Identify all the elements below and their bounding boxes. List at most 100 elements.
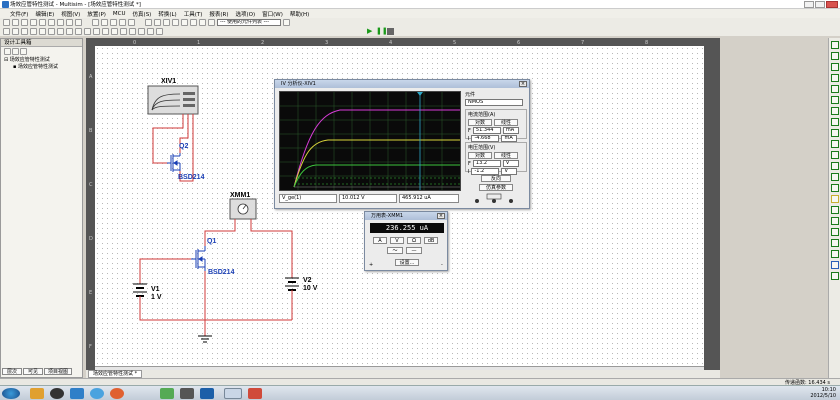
menu-options[interactable]: 选项(O) <box>235 10 255 18</box>
word-icon[interactable] <box>200 388 214 399</box>
menu-edit[interactable]: 编辑(E) <box>35 10 54 18</box>
voltage-log-button[interactable]: 对数 <box>468 152 492 159</box>
electromech-icon[interactable] <box>129 28 136 35</box>
menu-transfer[interactable]: 转换(L) <box>158 10 176 18</box>
mixed-icon[interactable] <box>75 28 82 35</box>
current-initial-unit[interactable]: mA <box>501 135 518 142</box>
ttl-icon[interactable] <box>48 28 55 35</box>
menu-mcu[interactable]: MCU <box>113 11 126 17</box>
misc-digital-icon[interactable] <box>66 28 73 35</box>
menu-window[interactable]: 窗口(W) <box>262 10 283 18</box>
redo-icon[interactable] <box>75 19 82 26</box>
powerpoint-icon[interactable] <box>248 388 262 399</box>
multimeter-instrument[interactable] <box>229 198 257 220</box>
media-player-icon[interactable] <box>110 388 124 399</box>
mcu-icon[interactable] <box>138 28 145 35</box>
current-linear-button[interactable]: 线性 <box>494 119 518 126</box>
menu-reports[interactable]: 报表(R) <box>209 10 228 18</box>
instrument-icon[interactable] <box>831 250 839 258</box>
mode-db-button[interactable]: dB <box>424 237 438 244</box>
v2-source[interactable] <box>285 277 299 298</box>
tree-open-icon[interactable] <box>4 48 11 55</box>
zoom-in-icon[interactable] <box>101 19 108 26</box>
tree-close-icon[interactable] <box>20 48 27 55</box>
q1-transistor[interactable] <box>191 246 206 271</box>
postprocessor-icon[interactable] <box>190 19 197 26</box>
grapher-icon[interactable] <box>181 19 188 26</box>
fullscreen-icon[interactable] <box>92 19 99 26</box>
transistor-icon[interactable] <box>30 28 37 35</box>
tab-schematic[interactable]: 场效应管特性测试 * <box>88 370 143 378</box>
power-icon[interactable] <box>93 28 100 35</box>
paste-icon[interactable] <box>57 19 64 26</box>
component-select[interactable]: NMOS <box>465 99 523 106</box>
voltage-final-input[interactable]: 13.2 <box>472 160 501 167</box>
voltage-linear-button[interactable]: 线性 <box>494 152 518 159</box>
tab-visibility[interactable]: 可见 <box>23 368 43 375</box>
source-icon[interactable] <box>3 28 10 35</box>
k-app-icon[interactable] <box>90 388 104 399</box>
zoom-fit-icon[interactable] <box>128 19 135 26</box>
iv-analyzer-instrument[interactable] <box>147 85 199 115</box>
zoom-out-icon[interactable] <box>110 19 117 26</box>
instrument-icon[interactable] <box>831 228 839 236</box>
menu-view[interactable]: 视图(V) <box>61 10 80 18</box>
rf-icon[interactable] <box>120 28 127 35</box>
multimeter-close-button[interactable]: × <box>437 213 445 219</box>
menu-tools[interactable]: 工具(T) <box>184 10 203 18</box>
instrument-icon[interactable] <box>831 173 839 181</box>
instrument-icon[interactable] <box>831 129 839 137</box>
erc-icon[interactable] <box>199 19 206 26</box>
tab-hierarchy[interactable]: 层次 <box>2 368 22 375</box>
current-log-button[interactable]: 对数 <box>468 119 492 126</box>
minimize-button[interactable] <box>804 1 814 8</box>
start-button-icon[interactable] <box>2 388 20 399</box>
mode-voltmeter-button[interactable]: V <box>390 237 404 244</box>
hierarchical-icon[interactable] <box>147 28 154 35</box>
q2-transistor[interactable] <box>167 153 181 172</box>
instrument-icon[interactable] <box>831 85 839 93</box>
basic-icon[interactable] <box>12 28 19 35</box>
tree-root-item[interactable]: ⊟ 场效应管特性测试 <box>4 56 82 63</box>
mode-ammeter-button[interactable]: A <box>373 237 387 244</box>
v1-source[interactable] <box>133 283 147 304</box>
qq-icon[interactable] <box>50 388 64 399</box>
advanced-icon[interactable] <box>111 28 118 35</box>
tab-project-view[interactable]: 项目视图 <box>44 368 72 375</box>
cmos-icon[interactable] <box>57 28 64 35</box>
bus-icon[interactable] <box>156 28 163 35</box>
database-icon[interactable] <box>163 19 170 26</box>
component-list-combo[interactable]: --- 使用的元件列表 --- <box>217 19 281 26</box>
dc-mode-button[interactable]: — <box>406 247 422 254</box>
cut-icon[interactable] <box>39 19 46 26</box>
voltage-initial-input[interactable]: -1.2 <box>471 168 500 175</box>
current-initial-input[interactable]: -4.668 <box>471 135 500 142</box>
maxthon-icon[interactable] <box>70 388 84 399</box>
ac-mode-button[interactable]: ～ <box>387 247 403 254</box>
spreadsheet-icon[interactable] <box>154 19 161 26</box>
tree-child-item[interactable]: ▪ 场效应管特性测试 <box>4 63 82 70</box>
multisim-taskbar-icon[interactable] <box>224 388 242 399</box>
instrument-icon[interactable] <box>831 63 839 71</box>
pause-icon[interactable]: ❚❚ <box>376 28 388 35</box>
instrument-icon[interactable] <box>831 195 839 203</box>
new-icon[interactable] <box>3 19 10 26</box>
mode-ohmmeter-button[interactable]: Ω <box>407 237 421 244</box>
instrument-icon[interactable] <box>831 162 839 170</box>
run-icon[interactable]: ▶ <box>367 28 374 35</box>
zoom-area-icon[interactable] <box>119 19 126 26</box>
instrument-icon[interactable] <box>831 261 839 269</box>
instrument-icon[interactable] <box>831 151 839 159</box>
design-toolbox-icon[interactable] <box>145 19 152 26</box>
app-green-icon[interactable] <box>160 388 174 399</box>
instrument-icon[interactable] <box>831 272 839 280</box>
current-final-unit[interactable]: mA <box>502 127 519 134</box>
backannotate-icon[interactable] <box>208 19 215 26</box>
maximize-button[interactable] <box>815 1 825 8</box>
open-icon[interactable] <box>12 19 19 26</box>
instrument-icon[interactable] <box>831 74 839 82</box>
voltage-final-unit[interactable]: V <box>502 160 519 167</box>
help-icon[interactable] <box>283 19 290 26</box>
instrument-icon[interactable] <box>831 206 839 214</box>
undo-icon[interactable] <box>66 19 73 26</box>
